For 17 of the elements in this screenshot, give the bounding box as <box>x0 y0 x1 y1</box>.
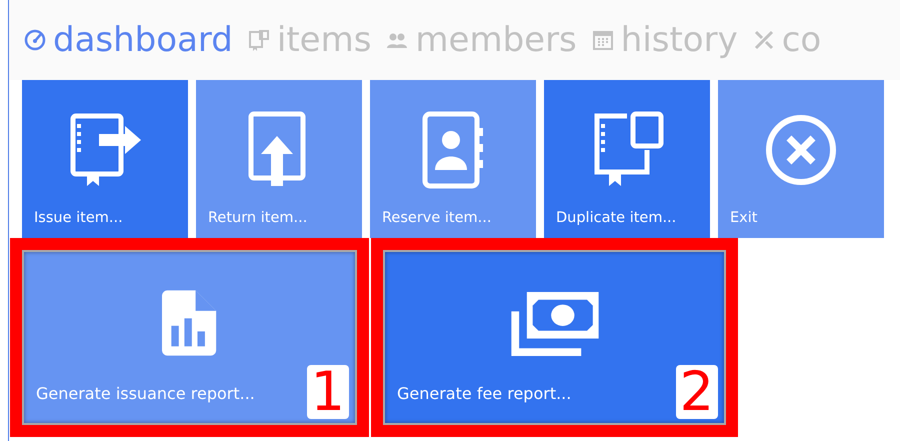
action-tile[interactable]: Issue item... <box>22 80 188 238</box>
annotation-number: 1 <box>306 365 349 419</box>
action-tile[interactable]: Exit <box>718 80 884 238</box>
action-tile[interactable]: Reserve item... <box>370 80 536 238</box>
action-tile[interactable]: Duplicate item... <box>544 80 710 238</box>
nav-tab[interactable]: co <box>752 20 822 60</box>
banknotes-icon <box>510 292 598 356</box>
nav-tab[interactable]: items <box>246 20 372 60</box>
report-chart-icon <box>162 290 218 356</box>
nav-tab[interactable]: history <box>590 20 738 60</box>
nav-tab[interactable]: members <box>385 20 577 60</box>
annotation-number: 2 <box>676 365 718 419</box>
gauge-icon <box>23 28 47 52</box>
action-tile[interactable]: Return item... <box>196 80 362 238</box>
book-icon <box>246 28 271 52</box>
calendar-icon <box>590 28 615 52</box>
nav-tab[interactable]: dashboard <box>23 20 233 60</box>
